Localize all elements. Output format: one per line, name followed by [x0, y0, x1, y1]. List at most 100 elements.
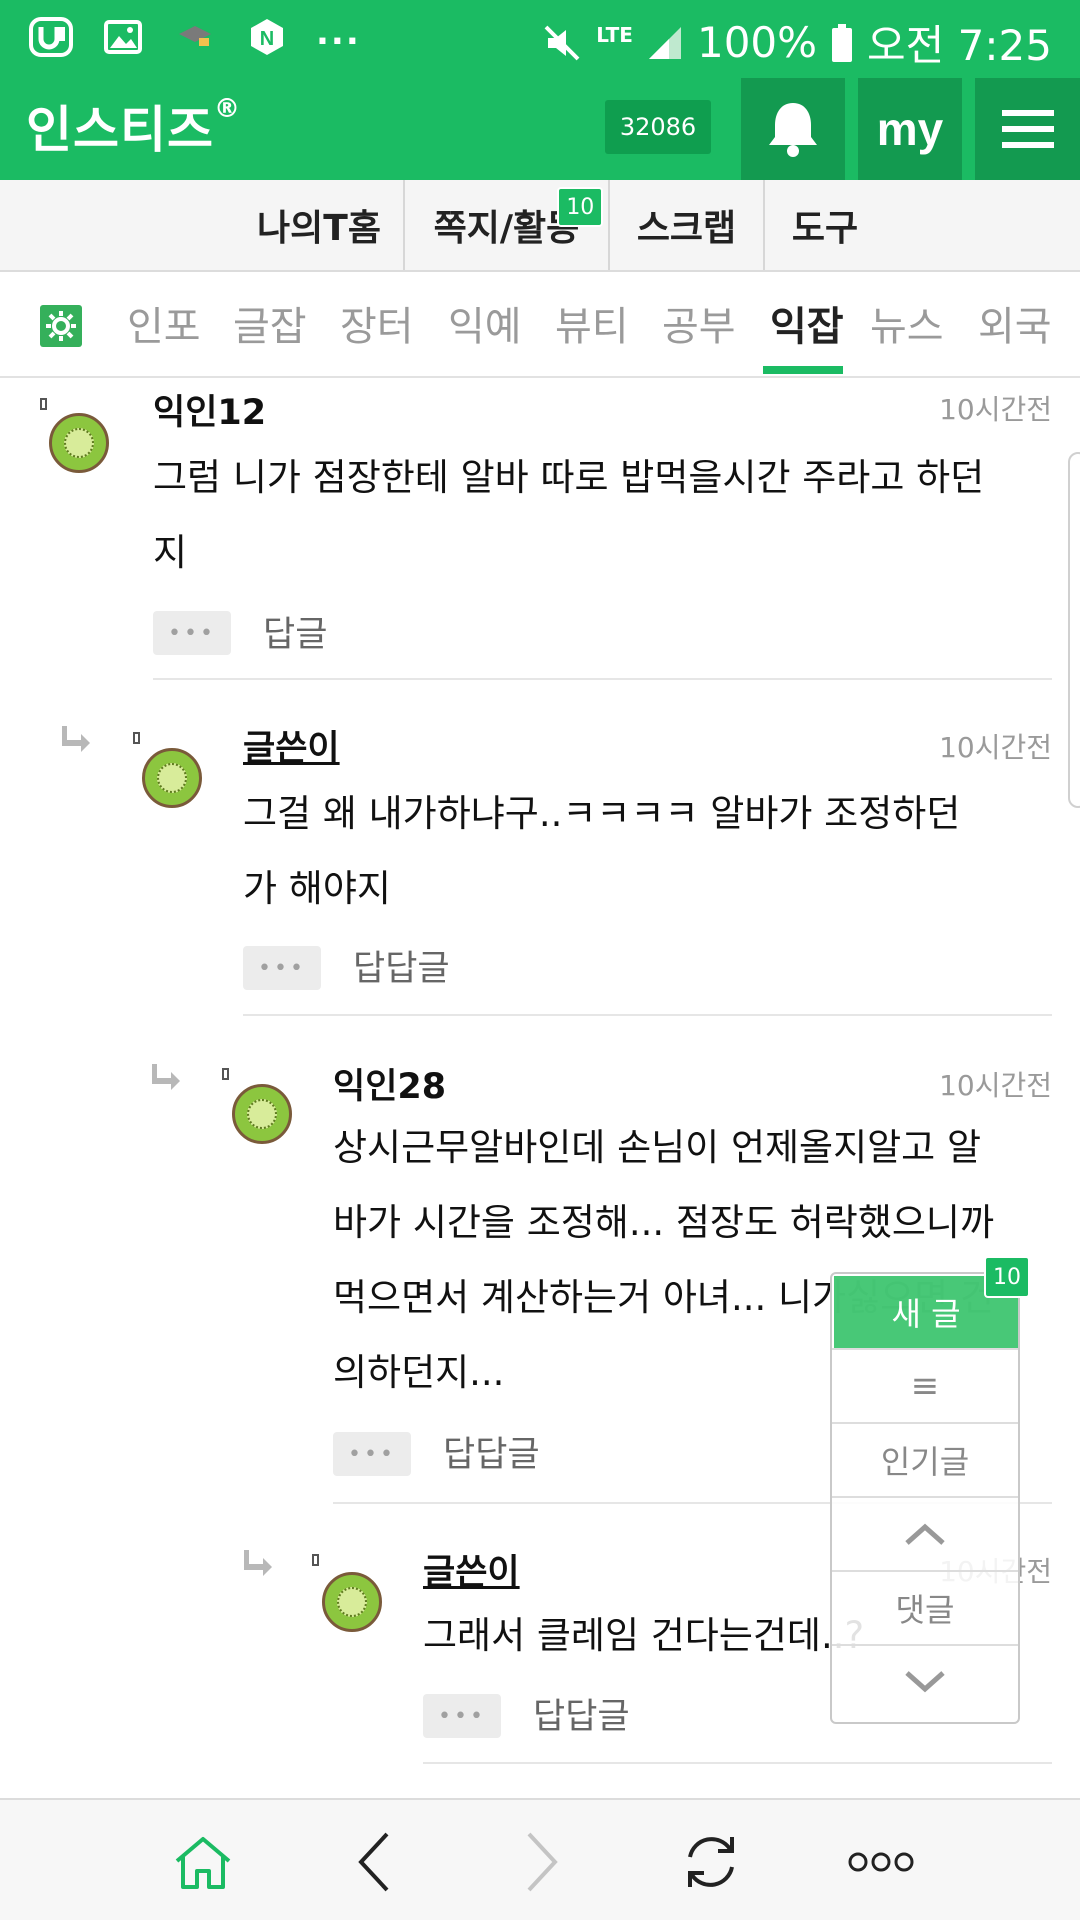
refresh-button[interactable]	[666, 1822, 756, 1902]
report-flag-icon[interactable]	[312, 1554, 319, 1566]
category-settings-button[interactable]	[40, 305, 82, 347]
reply-arrow-icon	[152, 1064, 180, 1090]
tab-label: 스크랩	[636, 208, 737, 249]
divider	[243, 1014, 1052, 1016]
comment-line: 지	[153, 531, 188, 574]
avatar	[142, 748, 202, 808]
avatar	[232, 1084, 292, 1144]
logo-registered-mark: ®	[214, 94, 241, 124]
more-notifications: ...	[316, 13, 361, 53]
status-right: LTE 100% 오전 7:25	[542, 12, 1052, 73]
category-beauty[interactable]: 뷰티	[555, 294, 629, 352]
floating-nav-panel: 새 글 10 ≡ 인기글 댓글	[830, 1256, 1030, 1724]
comment-more-button[interactable]: •••	[333, 1432, 411, 1476]
avatar	[322, 1572, 382, 1632]
notification-icons: N ...	[28, 13, 361, 60]
tab-label: 도구	[791, 208, 859, 249]
comment-time: 10시간전	[939, 393, 1052, 426]
mute-icon	[544, 25, 580, 60]
comment-author-writer[interactable]: 글쓴이	[423, 1544, 520, 1595]
comment-more-button[interactable]: •••	[423, 1694, 501, 1738]
kiwi-avatar-icon	[64, 428, 94, 458]
comment-line: 그걸 왜 내가하냐구..ㅋㅋㅋㅋ 알바가 조정하던	[243, 792, 961, 835]
visitor-count: 32086	[605, 100, 711, 154]
forward-icon	[527, 1832, 558, 1892]
divider	[423, 1762, 1052, 1764]
report-flag-icon[interactable]	[133, 732, 140, 744]
report-flag-icon[interactable]	[222, 1068, 229, 1080]
home-button[interactable]	[158, 1822, 248, 1902]
divider	[153, 678, 1052, 680]
back-button[interactable]	[328, 1822, 418, 1902]
active-category-indicator	[763, 366, 843, 374]
more-icon	[848, 1852, 914, 1872]
comment-author[interactable]: 익인12	[153, 384, 266, 435]
svg-text:N: N	[260, 28, 274, 50]
comment-item: 글쓴이 10시간전 그걸 왜 내가하냐구..ㅋㅋㅋㅋ 알바가 조정하던 가 해야…	[0, 712, 1080, 1016]
category-foreign[interactable]: 외국	[978, 294, 1052, 352]
category-info[interactable]: 인포	[127, 294, 201, 352]
comment-more-button[interactable]: •••	[153, 611, 231, 655]
list-button[interactable]: ≡	[832, 1348, 1018, 1422]
comment-author-writer[interactable]: 글쓴이	[243, 720, 340, 771]
bell-icon	[769, 103, 817, 157]
app-header: 인스티즈® 32086 my	[0, 78, 1080, 180]
more-button[interactable]	[836, 1822, 926, 1902]
edge-scroll-handle[interactable]	[1068, 452, 1080, 808]
category-anon-ent[interactable]: 익예	[448, 294, 522, 352]
reply-link[interactable]: 답답글	[353, 940, 450, 991]
tab-tools[interactable]: 도구	[765, 180, 885, 270]
hamburger-icon	[1001, 110, 1054, 148]
kiwi-avatar-icon	[247, 1099, 277, 1129]
reply-link[interactable]: 답답글	[443, 1426, 540, 1477]
comment-time: 10시간전	[939, 731, 1052, 764]
signal-icon	[648, 26, 681, 59]
comment-line: 바가 시간을 조정해... 점장도 허락했으니까	[333, 1201, 995, 1244]
menu-button[interactable]	[975, 78, 1080, 180]
comment-line: 상시근무알바인데 손님이 언제올지알고 알	[333, 1126, 982, 1169]
tab-scrap[interactable]: 스크랩	[610, 180, 765, 270]
naver-icon: N	[244, 14, 290, 60]
report-flag-icon[interactable]	[40, 398, 47, 410]
tab-messages-activity[interactable]: 쪽지/활동 10	[405, 180, 610, 270]
my-button[interactable]: my	[858, 78, 962, 180]
tab-my-home[interactable]: 나의T홈	[235, 180, 405, 270]
comment-item: 익인12 10시간전 그럼 니가 점장한테 알바 따로 밥먹을시간 주라고 하던…	[0, 380, 1080, 680]
forward-button[interactable]	[498, 1822, 588, 1902]
category-writing[interactable]: 글잡	[233, 294, 307, 352]
avatar	[49, 413, 109, 473]
comment-author[interactable]: 익인28	[333, 1058, 446, 1109]
scroll-up-button[interactable]	[832, 1496, 1018, 1570]
gear-icon	[46, 311, 76, 341]
category-news[interactable]: 뉴스	[870, 294, 944, 352]
reply-link[interactable]: 답글	[263, 606, 327, 657]
comment-line: 그럼 니가 점장한테 알바 따로 밥먹을시간 주라고 하던	[153, 456, 985, 499]
logo-text: 인스티즈	[26, 101, 214, 159]
u-plus-icon	[28, 14, 74, 60]
category-study[interactable]: 공부	[662, 294, 736, 352]
scroll-down-button[interactable]	[832, 1644, 1018, 1718]
status-bar: N ... LTE 100% 오전 7:25	[0, 0, 1080, 78]
instiz-logo[interactable]: 인스티즈®	[26, 90, 241, 162]
comment-body: 그걸 왜 내가하냐구..ㅋㅋㅋㅋ 알바가 조정하던 가 해야지	[243, 776, 1063, 926]
reply-arrow-icon	[244, 1550, 272, 1576]
chevron-down-icon	[905, 1671, 945, 1693]
grad-cap-icon	[172, 14, 218, 60]
battery-percent: 100%	[696, 18, 818, 67]
popular-posts-button[interactable]: 인기글	[832, 1422, 1018, 1496]
refresh-icon	[688, 1837, 734, 1887]
tab-label-wrap: 쪽지/활동 10	[434, 187, 604, 251]
reply-link[interactable]: 답답글	[533, 1688, 630, 1739]
battery-icon	[832, 23, 853, 62]
comment-more-button[interactable]: •••	[243, 946, 321, 990]
comment-body: 그럼 니가 점장한테 알바 따로 밥먹을시간 주라고 하던 지	[153, 440, 1053, 590]
category-anon-chat[interactable]: 익잡	[770, 294, 844, 352]
comments-jump-button[interactable]: 댓글	[832, 1570, 1018, 1644]
notification-button[interactable]	[741, 78, 845, 180]
clock: 오전 7:25	[867, 21, 1052, 70]
comment-time: 10시간전	[939, 1069, 1052, 1102]
messages-badge: 10	[557, 187, 604, 227]
tab-label: 나의T홈	[257, 208, 381, 249]
category-market[interactable]: 장터	[340, 294, 414, 352]
kiwi-avatar-icon	[157, 763, 187, 793]
